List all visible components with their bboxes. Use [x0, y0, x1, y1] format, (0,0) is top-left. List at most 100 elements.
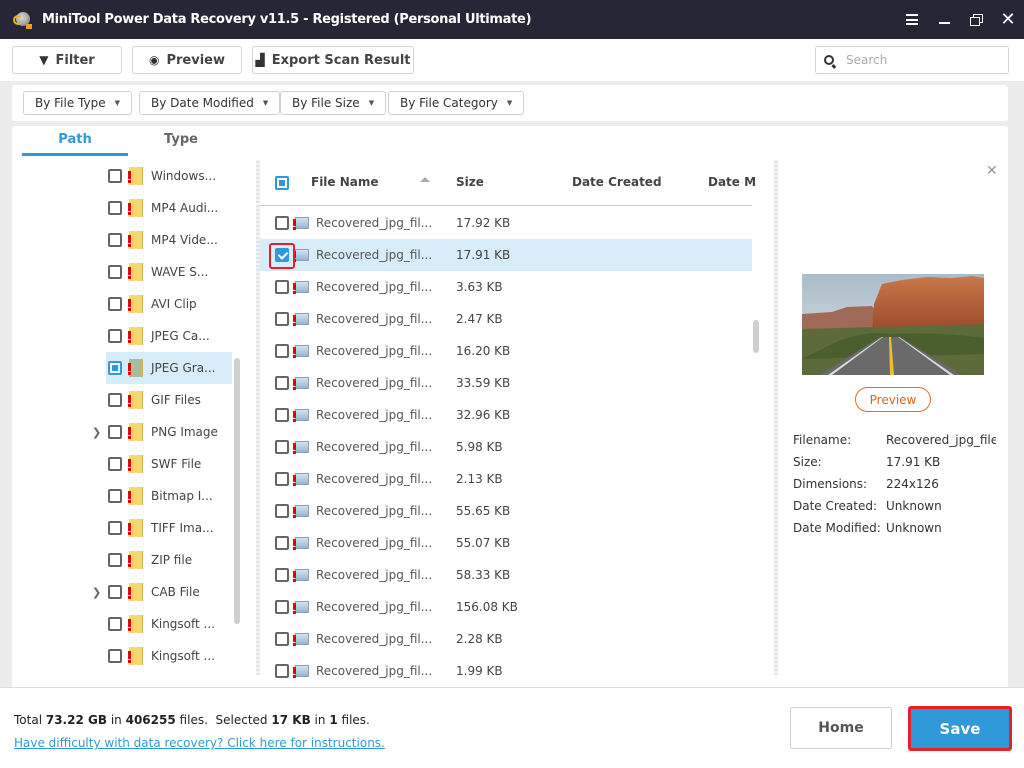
file-row[interactable]: Recovered_jpg_fil... 58.33 KB: [260, 559, 752, 591]
tab-path[interactable]: Path: [22, 132, 128, 156]
file-row-checkbox[interactable]: [275, 376, 289, 390]
file-row[interactable]: Recovered_jpg_fil... 32.96 KB: [260, 399, 752, 431]
tree-item-checkbox[interactable]: [108, 425, 122, 439]
file-row-checkbox[interactable]: [275, 568, 289, 582]
file-row[interactable]: Recovered_jpg_fil... 5.98 KB: [260, 431, 752, 463]
tree-item[interactable]: ❯ CAB File: [12, 576, 232, 608]
file-row-checkbox[interactable]: [275, 536, 289, 550]
file-row-checkbox[interactable]: [275, 216, 289, 230]
close-preview-icon[interactable]: ✕: [986, 163, 998, 179]
tree-item-checkbox[interactable]: [108, 489, 122, 503]
filter-by-file-type[interactable]: By File Type ▼: [23, 91, 132, 115]
tree-item[interactable]: Kingsoft ...: [12, 640, 232, 672]
tree-item[interactable]: GIF Files: [12, 384, 232, 416]
tree-item[interactable]: AVI Clip: [12, 288, 232, 320]
file-row-checkbox[interactable]: [275, 472, 289, 486]
tree-item-checkbox[interactable]: [108, 393, 122, 407]
file-row[interactable]: Recovered_jpg_fil... 17.92 KB: [260, 207, 752, 239]
file-list-scrollbar[interactable]: [753, 320, 759, 353]
tree-item-checkbox[interactable]: [108, 233, 122, 247]
filter-by-file-size[interactable]: By File Size ▼: [280, 91, 387, 115]
tree-item-checkbox[interactable]: [108, 649, 122, 663]
file-size: 55.65 KB: [456, 504, 511, 518]
expand-chevron-icon[interactable]: ❯: [92, 426, 101, 439]
tree-item[interactable]: JPEG Gra...: [12, 352, 232, 384]
search-input[interactable]: [846, 53, 996, 67]
file-name: Recovered_jpg_fil...: [316, 504, 433, 518]
tree-item-checkbox[interactable]: [108, 553, 122, 567]
tree-item[interactable]: TIFF Ima...: [12, 512, 232, 544]
tree-item[interactable]: Bitmap I...: [12, 480, 232, 512]
save-button[interactable]: Save: [908, 706, 1012, 751]
tree-item[interactable]: ZIP file: [12, 544, 232, 576]
file-row-checkbox[interactable]: [275, 664, 289, 678]
meta-label: Dimensions:: [793, 477, 868, 491]
preview-button[interactable]: Preview: [855, 387, 931, 412]
close-window-button[interactable]: ✕: [992, 0, 1024, 39]
search-box[interactable]: [815, 46, 1009, 74]
file-row-checkbox[interactable]: [275, 600, 289, 614]
preview-toolbar-button[interactable]: ◉ Preview: [132, 46, 242, 74]
column-date-created[interactable]: Date Created: [572, 175, 662, 189]
column-size[interactable]: Size: [456, 175, 484, 189]
restore-button[interactable]: [960, 0, 992, 39]
file-row[interactable]: Recovered_jpg_fil... 2.47 KB: [260, 303, 752, 335]
tree-item-checkbox[interactable]: [108, 329, 122, 343]
file-row-checkbox[interactable]: [275, 280, 289, 294]
tree-item-checkbox[interactable]: [108, 585, 122, 599]
file-row[interactable]: Recovered_jpg_fil... 55.07 KB: [260, 527, 752, 559]
select-all-checkbox[interactable]: [275, 176, 289, 190]
file-row-checkbox[interactable]: [275, 312, 289, 326]
tree-item-checkbox[interactable]: [108, 361, 122, 375]
funnel-icon: ▼: [39, 53, 49, 67]
tree-item-checkbox[interactable]: [108, 457, 122, 471]
file-row-checkbox[interactable]: [275, 408, 289, 422]
tree-item-checkbox[interactable]: [108, 169, 122, 183]
column-date-modified[interactable]: Date M: [708, 175, 756, 189]
file-row[interactable]: Recovered_jpg_fil... 2.28 KB: [260, 623, 752, 655]
column-file-name[interactable]: File Name: [311, 175, 379, 189]
expand-chevron-icon[interactable]: ❯: [92, 586, 101, 599]
image-file-icon: [293, 505, 309, 518]
file-row-checkbox[interactable]: [275, 632, 289, 646]
home-button[interactable]: Home: [790, 707, 892, 749]
file-row[interactable]: Recovered_jpg_fil... 55.65 KB: [260, 495, 752, 527]
tree-item-checkbox[interactable]: [108, 265, 122, 279]
export-scan-result-button[interactable]: ▟ Export Scan Result: [252, 46, 414, 74]
file-row-checkbox[interactable]: [275, 504, 289, 518]
menu-button[interactable]: [896, 0, 928, 39]
tree-item-checkbox[interactable]: [108, 201, 122, 215]
filter-by-file-category[interactable]: By File Category ▼: [388, 91, 525, 115]
file-size: 1.99 KB: [456, 664, 503, 678]
tree-item-checkbox[interactable]: [108, 297, 122, 311]
file-row[interactable]: Recovered_jpg_fil... 17.91 KB: [260, 239, 752, 271]
file-row-checkbox[interactable]: [275, 440, 289, 454]
tree-scrollbar[interactable]: [234, 358, 240, 624]
tree-item[interactable]: Windows...: [12, 160, 232, 192]
filter-by-date-modified[interactable]: By Date Modified ▼: [139, 91, 281, 115]
file-row-checkbox[interactable]: [275, 248, 289, 262]
help-link[interactable]: Have difficulty with data recovery? Clic…: [14, 736, 385, 750]
tree-item-checkbox[interactable]: [108, 521, 122, 535]
file-row[interactable]: Recovered_jpg_fil... 3.63 KB: [260, 271, 752, 303]
tree-item-label: CAB File: [151, 585, 200, 599]
file-row[interactable]: Recovered_jpg_fil... 33.59 KB: [260, 367, 752, 399]
image-file-icon: [293, 665, 309, 678]
tree-item[interactable]: WAVE S...: [12, 256, 232, 288]
file-row-checkbox[interactable]: [275, 344, 289, 358]
file-row[interactable]: Recovered_jpg_fil... 1.99 KB: [260, 655, 752, 687]
tree-item-checkbox[interactable]: [108, 617, 122, 631]
filter-button[interactable]: ▼ Filter: [12, 46, 122, 74]
tree-item[interactable]: SWF File: [12, 448, 232, 480]
tree-item[interactable]: MP4 Vide...: [12, 224, 232, 256]
tree-item[interactable]: ❯ PNG Image: [12, 416, 232, 448]
tab-type[interactable]: Type: [128, 132, 234, 156]
tree-item[interactable]: Kingsoft ...: [12, 608, 232, 640]
minimize-button[interactable]: [928, 0, 960, 39]
file-row[interactable]: Recovered_jpg_fil... 16.20 KB: [260, 335, 752, 367]
tree-item[interactable]: MP4 Audi...: [12, 192, 232, 224]
file-row[interactable]: Recovered_jpg_fil... 156.08 KB: [260, 591, 752, 623]
folder-icon: [128, 359, 143, 377]
file-row[interactable]: Recovered_jpg_fil... 2.13 KB: [260, 463, 752, 495]
tree-item[interactable]: JPEG Ca...: [12, 320, 232, 352]
